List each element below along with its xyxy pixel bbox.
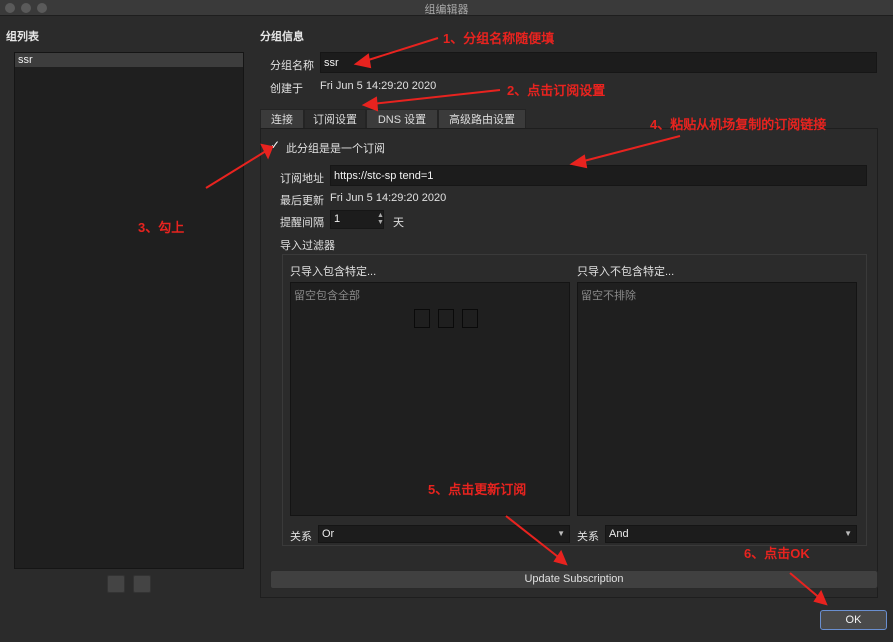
annotation-step4: 4、粘贴从机场复制的订阅链接: [650, 117, 827, 132]
include-relation-label: 关系: [290, 531, 312, 543]
tab-connection[interactable]: 连接: [260, 109, 304, 129]
add-group-button[interactable]: [107, 575, 125, 593]
include-filter-placeholder: 留空包含全部: [294, 290, 360, 302]
group-name-label: 分组名称: [270, 60, 314, 72]
exclude-filter-placeholder: 留空不排除: [581, 290, 636, 302]
update-subscription-button[interactable]: Update Subscription: [270, 570, 878, 589]
include-relation-select[interactable]: Or ▼: [318, 525, 570, 543]
created-label: 创建于: [270, 83, 303, 95]
group-list-heading: 组列表: [6, 31, 39, 43]
exclude-filter-textarea[interactable]: 留空不排除: [577, 282, 857, 516]
tab-advanced-routing[interactable]: 高级路由设置: [438, 109, 526, 129]
subscription-url-label: 订阅地址: [280, 173, 324, 185]
placeholder-glyph-box: [414, 309, 430, 328]
placeholder-glyph-box: [462, 309, 478, 328]
remove-group-button[interactable]: [133, 575, 151, 593]
last-update-label: 最后更新: [280, 195, 324, 207]
group-list[interactable]: ssr: [14, 52, 244, 569]
window-title: 组编辑器: [424, 4, 469, 16]
annotation-step3: 3、勾上: [138, 220, 185, 235]
annotation-step2: 2、点击订阅设置: [507, 83, 606, 98]
annotation-arrow: [371, 89, 501, 105]
is-subscription-checkbox[interactable]: ✓: [270, 139, 282, 151]
title-bar: 组编辑器: [0, 0, 893, 16]
interval-spinbox[interactable]: 1: [330, 210, 384, 229]
spin-arrows-icon[interactable]: ▲ ▼: [377, 212, 384, 226]
exclude-filter-heading: 只导入不包含特定...: [577, 266, 675, 278]
chevron-down-icon: ▼: [844, 529, 852, 538]
list-item[interactable]: ssr: [15, 53, 243, 67]
ok-button[interactable]: OK: [820, 610, 887, 630]
include-filter-heading: 只导入包含特定...: [290, 266, 377, 278]
exclude-relation-value: And: [609, 528, 629, 540]
subscription-url-input[interactable]: https://stc-sp tend=1: [330, 165, 867, 186]
tab-subscription[interactable]: 订阅设置: [304, 109, 366, 129]
annotation-step6: 6、点击OK: [744, 546, 810, 561]
group-info-heading: 分组信息: [260, 31, 304, 43]
placeholder-glyph-box: [438, 309, 454, 328]
is-subscription-label: 此分组是是一个订阅: [286, 143, 385, 155]
exclude-relation-label: 关系: [577, 531, 599, 543]
group-name-input[interactable]: ssr: [320, 52, 877, 73]
chevron-down-icon: ▼: [557, 529, 565, 538]
exclude-relation-select[interactable]: And ▼: [605, 525, 857, 543]
annotation-step1: 1、分组名称随便填: [443, 31, 555, 46]
tab-dns[interactable]: DNS 设置: [366, 109, 438, 129]
last-update-value: Fri Jun 5 14:29:20 2020: [330, 192, 447, 204]
created-value: Fri Jun 5 14:29:20 2020: [320, 80, 437, 92]
interval-label: 提醒间隔: [280, 217, 324, 229]
interval-unit: 天: [393, 217, 404, 229]
annotation-step5: 5、点击更新订阅: [428, 482, 527, 497]
include-relation-value: Or: [322, 528, 335, 540]
import-filter-heading: 导入过滤器: [280, 240, 335, 252]
